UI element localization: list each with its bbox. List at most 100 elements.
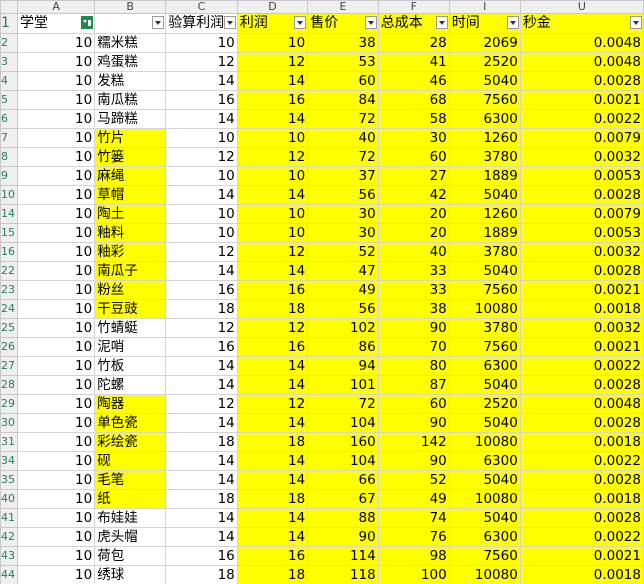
cell-e[interactable]: 104 <box>307 451 379 471</box>
cell-c[interactable]: 14 <box>165 71 238 91</box>
cell-c[interactable]: 18 <box>165 565 238 584</box>
cell-u[interactable]: 0.0021 <box>519 337 644 357</box>
cell-c[interactable]: 10 <box>165 33 238 53</box>
cell-b[interactable]: 竹片 <box>94 128 167 148</box>
cell-b[interactable]: 南瓜糕 <box>94 90 167 110</box>
row-number[interactable]: 4 <box>0 71 18 91</box>
cell-i[interactable]: 1889 <box>448 166 521 186</box>
filter-dropdown-icon[interactable] <box>223 16 236 29</box>
cell-b[interactable]: 彩绘瓷 <box>94 432 167 452</box>
cell-u[interactable]: 0.0028 <box>519 261 644 281</box>
row-number[interactable]: 22 <box>0 261 18 281</box>
cell-b[interactable]: 陶器 <box>94 394 167 414</box>
cell-i[interactable]: 10080 <box>448 432 521 452</box>
cell-c[interactable]: 14 <box>165 375 238 395</box>
cell-u[interactable]: 0.0028 <box>519 470 644 490</box>
cell-b[interactable]: 布娃娃 <box>94 508 167 528</box>
cell-d[interactable]: 18 <box>236 565 309 584</box>
header-cell-b[interactable] <box>94 13 167 34</box>
cell-a[interactable]: 10 <box>16 470 96 490</box>
cell-b[interactable]: 釉彩 <box>94 242 167 262</box>
cell-a[interactable]: 10 <box>16 565 96 584</box>
cell-b[interactable]: 纸 <box>94 489 167 509</box>
row-number[interactable]: 6 <box>0 109 18 129</box>
row-number[interactable]: 2 <box>0 33 18 53</box>
cell-i[interactable]: 5040 <box>448 375 521 395</box>
header-cell-i[interactable]: 时间 <box>448 13 521 34</box>
cell-b[interactable]: 釉料 <box>94 223 167 243</box>
cell-f[interactable]: 60 <box>377 147 450 167</box>
cell-f[interactable]: 49 <box>377 489 450 509</box>
cell-i[interactable]: 3780 <box>448 242 521 262</box>
cell-c[interactable]: 14 <box>165 109 238 129</box>
cell-e[interactable]: 30 <box>307 204 379 224</box>
cell-i[interactable]: 5040 <box>448 413 521 433</box>
cell-f[interactable]: 52 <box>377 470 450 490</box>
filter-active-icon[interactable] <box>81 16 94 29</box>
cell-u[interactable]: 0.0028 <box>519 508 644 528</box>
cell-e[interactable]: 102 <box>307 318 379 338</box>
cell-u[interactable]: 0.0018 <box>519 489 644 509</box>
cell-i[interactable]: 2069 <box>448 33 521 53</box>
cell-d[interactable]: 14 <box>236 451 309 471</box>
cell-i[interactable]: 6300 <box>448 527 521 547</box>
cell-f[interactable]: 30 <box>377 128 450 148</box>
cell-e[interactable]: 104 <box>307 413 379 433</box>
cell-b[interactable]: 绣球 <box>94 565 167 584</box>
cell-c[interactable]: 16 <box>165 546 238 566</box>
cell-a[interactable]: 10 <box>16 90 96 110</box>
cell-a[interactable]: 10 <box>16 375 96 395</box>
row-number[interactable]: 26 <box>0 337 18 357</box>
row-number[interactable]: 7 <box>0 128 18 148</box>
row-number[interactable]: 23 <box>0 280 18 300</box>
cell-a[interactable]: 10 <box>16 166 96 186</box>
cell-e[interactable]: 101 <box>307 375 379 395</box>
row-number[interactable]: 24 <box>0 299 18 319</box>
filter-dropdown-icon[interactable] <box>506 16 519 29</box>
cell-u[interactable]: 0.0032 <box>519 242 644 262</box>
cell-d[interactable]: 14 <box>236 185 309 205</box>
cell-f[interactable]: 98 <box>377 546 450 566</box>
cell-d[interactable]: 10 <box>236 33 309 53</box>
cell-b[interactable]: 毛笔 <box>94 470 167 490</box>
row-number[interactable]: 14 <box>0 204 18 224</box>
cell-i[interactable]: 6300 <box>448 356 521 376</box>
cell-e[interactable]: 118 <box>307 565 379 584</box>
cell-f[interactable]: 40 <box>377 242 450 262</box>
row-number[interactable]: 1 <box>0 13 18 34</box>
cell-c[interactable]: 14 <box>165 185 238 205</box>
cell-d[interactable]: 18 <box>236 432 309 452</box>
cell-c[interactable]: 14 <box>165 413 238 433</box>
row-number[interactable]: 30 <box>0 413 18 433</box>
row-number[interactable]: 9 <box>0 166 18 186</box>
row-number[interactable]: 5 <box>0 90 18 110</box>
cell-b[interactable]: 草帽 <box>94 185 167 205</box>
cell-i[interactable]: 5040 <box>448 508 521 528</box>
cell-d[interactable]: 14 <box>236 356 309 376</box>
cell-c[interactable]: 10 <box>165 204 238 224</box>
cell-u[interactable]: 0.0018 <box>519 565 644 584</box>
cell-b[interactable]: 砚 <box>94 451 167 471</box>
row-number[interactable]: 3 <box>0 52 18 72</box>
cell-u[interactable]: 0.0032 <box>519 147 644 167</box>
cell-e[interactable]: 72 <box>307 147 379 167</box>
cell-d[interactable]: 16 <box>236 337 309 357</box>
cell-b[interactable]: 竹板 <box>94 356 167 376</box>
cell-u[interactable]: 0.0053 <box>519 223 644 243</box>
cell-a[interactable]: 10 <box>16 280 96 300</box>
cell-f[interactable]: 27 <box>377 166 450 186</box>
cell-b[interactable]: 陶土 <box>94 204 167 224</box>
cell-b[interactable]: 麻绳 <box>94 166 167 186</box>
cell-c[interactable]: 16 <box>165 90 238 110</box>
cell-f[interactable]: 33 <box>377 280 450 300</box>
cell-f[interactable]: 90 <box>377 318 450 338</box>
cell-f[interactable]: 46 <box>377 71 450 91</box>
cell-a[interactable]: 10 <box>16 185 96 205</box>
filter-dropdown-icon[interactable] <box>152 16 165 29</box>
header-cell-f[interactable]: 总成本 <box>377 13 450 34</box>
cell-i[interactable]: 5040 <box>448 185 521 205</box>
cell-f[interactable]: 142 <box>377 432 450 452</box>
cell-i[interactable]: 7560 <box>448 90 521 110</box>
cell-u[interactable]: 0.0028 <box>519 413 644 433</box>
cell-b[interactable]: 虎头帽 <box>94 527 167 547</box>
